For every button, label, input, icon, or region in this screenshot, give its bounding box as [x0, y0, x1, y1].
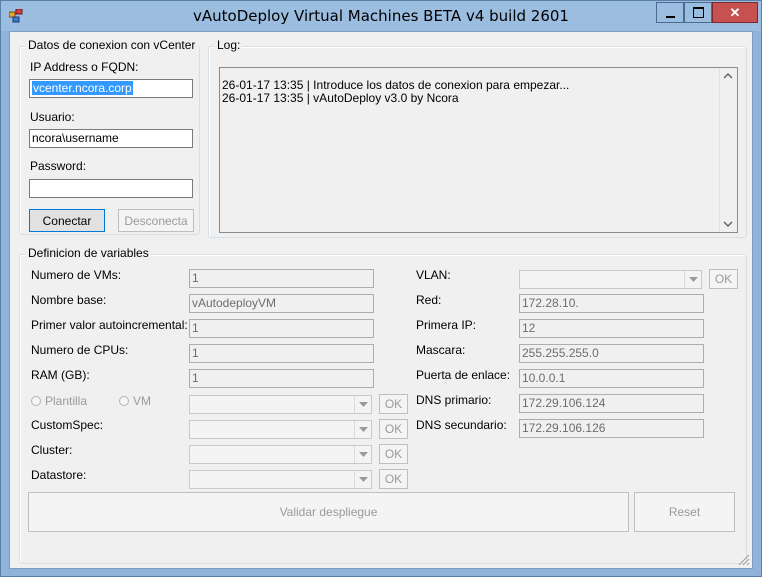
user-input[interactable]: ncora\username — [29, 129, 193, 148]
minimize-icon — [665, 15, 675, 18]
password-label: Password: — [30, 159, 87, 173]
datastore-combo[interactable] — [189, 470, 372, 489]
radio-vm[interactable]: VM — [119, 394, 151, 408]
app-window: vAutoDeploy Virtual Machines BETA v4 bui… — [0, 0, 762, 577]
datastore-ok-button[interactable]: OK — [379, 469, 408, 489]
connection-group: Datos de conexion con vCenter IP Address… — [19, 38, 200, 235]
cluster-combo[interactable] — [189, 445, 372, 464]
radio-vm-icon — [119, 396, 129, 406]
log-scrollbar[interactable] — [719, 68, 737, 232]
template-ok-button[interactable]: OK — [379, 394, 408, 414]
log-textarea[interactable]: 26-01-17 13:35 | Introduce los datos de … — [219, 67, 738, 233]
vlan-ok-button[interactable]: OK — [709, 269, 738, 289]
minimize-button[interactable] — [656, 2, 684, 23]
connect-button[interactable]: Conectar — [29, 209, 105, 232]
resize-grip-icon[interactable] — [738, 554, 750, 566]
radio-plantilla[interactable]: Plantilla — [31, 394, 87, 408]
cluster-ok-button[interactable]: OK — [379, 444, 408, 464]
datastore-label: Datastore: — [31, 468, 87, 482]
close-button[interactable]: ✕ — [712, 2, 758, 23]
close-icon: ✕ — [729, 4, 741, 20]
cluster-label: Cluster: — [31, 443, 73, 457]
num-vms-input[interactable]: 1 — [189, 269, 374, 288]
log-line: 26-01-17 13:35 | Introduce los datos de … — [222, 78, 570, 92]
title-bar[interactable]: vAutoDeploy Virtual Machines BETA v4 bui… — [1, 1, 761, 31]
ip-label: IP Address o FQDN: — [30, 60, 139, 74]
first-ip-input[interactable]: 12 — [519, 319, 704, 338]
base-name-input[interactable]: vAutodeployVM — [189, 294, 374, 313]
connection-group-title: Datos de conexion con vCenter — [26, 38, 198, 52]
dns2-label: DNS secundario: — [416, 418, 507, 432]
maximize-icon — [692, 7, 704, 18]
vlan-label: VLAN: — [416, 268, 451, 282]
radio-plantilla-icon — [31, 396, 41, 406]
user-label: Usuario: — [30, 110, 75, 124]
ram-label: RAM (GB): — [31, 368, 90, 382]
vlan-combo[interactable] — [519, 270, 702, 289]
chevron-down-icon — [354, 446, 371, 463]
validate-button[interactable]: Validar despliegue — [28, 492, 629, 532]
scroll-up-icon[interactable] — [720, 69, 736, 83]
mask-input[interactable]: 255.255.255.0 — [519, 344, 704, 363]
first-autoinc-input[interactable]: 1 — [189, 319, 374, 338]
cpus-label: Numero de CPUs: — [31, 343, 129, 357]
chevron-down-icon — [354, 396, 371, 413]
base-name-label: Nombre base: — [31, 293, 107, 307]
variables-group-title: Definicion de variables — [26, 246, 151, 260]
password-input[interactable] — [29, 179, 193, 198]
radio-vm-label: VM — [133, 394, 151, 408]
first-ip-label: Primera IP: — [416, 318, 477, 332]
variables-group: Definicion de variables Numero de VMs: 1… — [19, 246, 747, 564]
cpus-input[interactable]: 1 — [189, 344, 374, 363]
gateway-label: Puerta de enlace: — [416, 368, 511, 382]
log-group-title: Log: — [215, 38, 243, 52]
window-title: vAutoDeploy Virtual Machines BETA v4 bui… — [193, 7, 569, 25]
mask-label: Mascara: — [416, 343, 466, 357]
gateway-input[interactable]: 10.0.0.1 — [519, 369, 704, 388]
chevron-down-icon — [354, 471, 371, 488]
customspec-label: CustomSpec: — [31, 418, 104, 432]
log-group: Log: 26-01-17 13:35 | Introduce los dato… — [208, 38, 747, 238]
template-combo[interactable] — [189, 395, 372, 414]
first-autoinc-label: Primer valor autoincremental: — [31, 318, 188, 332]
reset-button[interactable]: Reset — [634, 492, 735, 532]
client-area: Datos de conexion con vCenter IP Address… — [9, 31, 753, 569]
chevron-down-icon — [354, 421, 371, 438]
radio-plantilla-label: Plantilla — [45, 394, 88, 408]
maximize-button[interactable] — [684, 2, 712, 23]
dns2-input[interactable]: 172.29.106.126 — [519, 419, 704, 438]
scroll-down-icon[interactable] — [720, 217, 736, 231]
ip-input[interactable]: vcenter.ncora.corp — [29, 79, 193, 98]
red-label: Red: — [416, 293, 442, 307]
ip-value: vcenter.ncora.corp — [32, 81, 133, 95]
dns1-label: DNS primario: — [416, 393, 492, 407]
ram-input[interactable]: 1 — [189, 369, 374, 388]
red-input[interactable]: 172.28.10. — [519, 294, 704, 313]
customspec-combo[interactable] — [189, 420, 372, 439]
chevron-down-icon — [684, 271, 701, 288]
customspec-ok-button[interactable]: OK — [379, 419, 408, 439]
dns1-input[interactable]: 172.29.106.124 — [519, 394, 704, 413]
log-line: 26-01-17 13:35 | vAutoDeploy v3.0 by Nco… — [222, 91, 459, 105]
disconnect-button[interactable]: Desconecta — [118, 209, 194, 232]
num-vms-label: Numero de VMs: — [31, 268, 122, 282]
